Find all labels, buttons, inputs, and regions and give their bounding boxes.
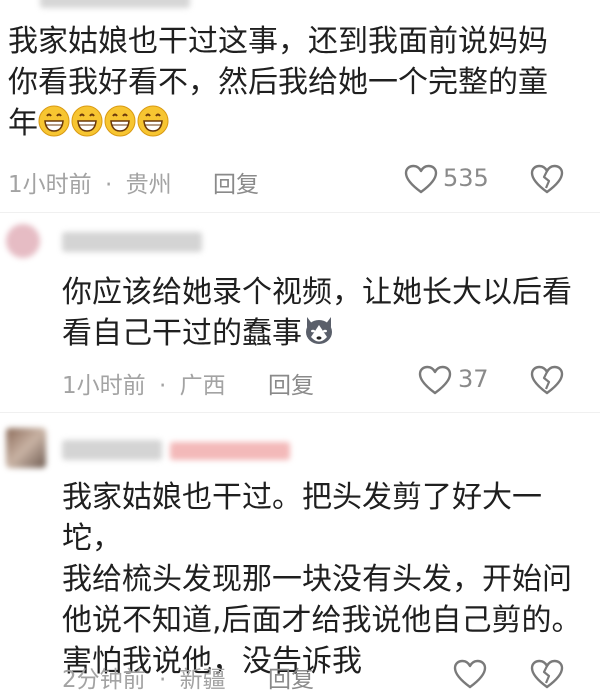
grinning-emoji-icon — [38, 105, 70, 137]
divider — [0, 412, 600, 413]
blurred-username[interactable] — [170, 442, 290, 460]
comment-3-line-2: 我给梳头发现那一块没有头发，开始问 — [62, 562, 572, 597]
blurred-username-top — [40, 0, 190, 8]
comment-1-time: 1小时前 — [8, 172, 92, 198]
comment-3-time: 2分钟前 — [62, 667, 146, 693]
comment-3-location: 新疆 — [179, 667, 226, 693]
heart-icon[interactable] — [404, 164, 438, 194]
heart-icon[interactable] — [453, 659, 487, 689]
avatar[interactable] — [6, 428, 46, 468]
comment-3-line-3: 他说不知道,后面才给我说他自己剪的。 — [62, 603, 582, 638]
comment-1-meta: 1小时前 · 贵州 — [8, 165, 172, 199]
dislike-broken-heart-icon[interactable] — [530, 164, 564, 194]
comment-2-line-2: 看自己干过的蠢事 — [62, 313, 592, 354]
blurred-username[interactable] — [62, 232, 202, 252]
comment-1-line-2: 你看我好看不，然后我给她一个完整的童 — [8, 65, 548, 100]
meta-separator: · — [158, 667, 167, 693]
comment-2-meta: 1小时前 · 广西 — [62, 366, 226, 400]
comment-3-reply-button[interactable]: 回复 — [268, 660, 314, 694]
comment-2-text: 你应该给她录个视频，让她长大以后看 看自己干过的蠢事 — [62, 272, 592, 354]
comment-1-line-3-text: 年 — [8, 106, 38, 141]
dislike-broken-heart-icon[interactable] — [530, 365, 564, 395]
comment-3-text: 我家姑娘也干过。把头发剪了好大一坨， 我给梳头发现那一块没有头发，开始问 他说不… — [62, 477, 598, 682]
avatar[interactable] — [6, 224, 40, 258]
comment-3-meta: 2分钟前 · 新疆 — [62, 660, 226, 694]
comment-2-time: 1小时前 — [62, 373, 146, 399]
comment-1-line-3: 年 — [8, 103, 588, 144]
comment-2-location: 广西 — [179, 373, 226, 399]
blurred-username[interactable] — [62, 440, 162, 460]
comment-1-text: 我家姑娘也干过这事，还到我面前说妈妈 你看我好看不，然后我给她一个完整的童 年 — [8, 21, 588, 144]
divider — [0, 212, 600, 213]
grinning-emoji-icon — [71, 105, 103, 137]
comment-1-line-1: 我家姑娘也干过这事，还到我面前说妈妈 — [8, 24, 548, 59]
comment-1-reply-button[interactable]: 回复 — [213, 165, 259, 199]
comment-2-line-2-text: 看自己干过的蠢事 — [62, 316, 302, 351]
meta-separator: · — [158, 373, 167, 399]
comment-2-like-count: 37 — [458, 365, 489, 393]
comment-1-like-count: 535 — [443, 164, 489, 192]
comment-1-location: 贵州 — [125, 172, 172, 198]
meta-separator: · — [104, 172, 113, 198]
comment-2-reply-button[interactable]: 回复 — [268, 366, 314, 400]
comment-3-line-1: 我家姑娘也干过。把头发剪了好大一坨， — [62, 480, 542, 556]
dog-emoji-icon — [302, 313, 336, 347]
comment-2-line-1: 你应该给她录个视频，让她长大以后看 — [62, 275, 572, 310]
heart-icon[interactable] — [418, 365, 452, 395]
grinning-emoji-icon — [137, 105, 169, 137]
grinning-emoji-icon — [104, 105, 136, 137]
dislike-broken-heart-icon[interactable] — [530, 659, 564, 689]
